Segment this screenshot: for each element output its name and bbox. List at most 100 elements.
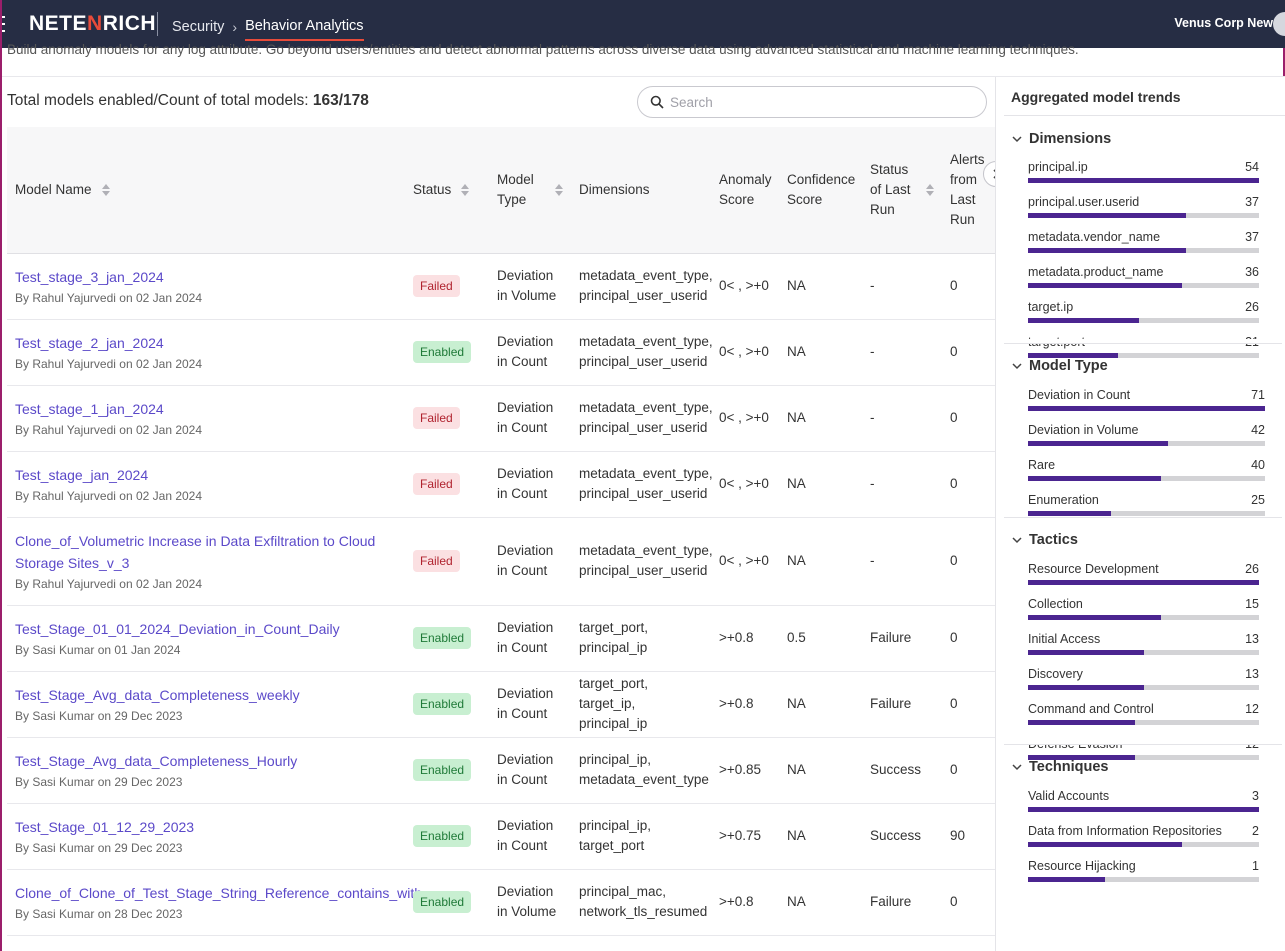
- cell-model-type: Deviation in Count: [489, 671, 571, 738]
- cell-last-run-status: Failure: [862, 869, 942, 936]
- trend-item[interactable]: Data from Information Repositories 2: [1028, 824, 1259, 847]
- trend-item[interactable]: Valid Accounts 3: [1028, 789, 1259, 812]
- trend-bar: [1028, 178, 1259, 183]
- table-row[interactable]: Test_Stage_01_01_2024_Deviation_in_Count…: [7, 605, 995, 672]
- cell-anomaly-score: >+0.8: [711, 671, 779, 738]
- table-row[interactable]: Test_Stage_Avg_data_Completeness_Hourly B…: [7, 737, 995, 804]
- trend-bar: [1028, 511, 1265, 516]
- trend-item-label: Initial Access: [1028, 632, 1101, 646]
- table-row[interactable]: Clone_of_Volumetric Increase in Data Exf…: [7, 517, 995, 606]
- sort-icon[interactable]: [926, 183, 934, 196]
- cell-model-name: Clone_of_Volumetric Increase in Data Exf…: [7, 517, 405, 606]
- org-name[interactable]: Venus Corp New: [1174, 16, 1273, 30]
- cell-model-type: Deviation in Count: [489, 385, 571, 452]
- trend-item-label: Command and Control: [1028, 702, 1154, 716]
- cell-model-name: Test_stage_1_jan_2024 By Rahul Yajurvedi …: [7, 385, 405, 452]
- table-row[interactable]: Test_stage_2_jan_2024 By Rahul Yajurvedi …: [7, 319, 995, 386]
- trend-item[interactable]: Resource Hijacking 1: [1028, 859, 1259, 882]
- trend-item[interactable]: metadata.product_name 36: [1028, 265, 1259, 288]
- trend-item[interactable]: Rare 40: [1028, 458, 1265, 481]
- cell-anomaly-score: >+0.75: [711, 803, 779, 870]
- trend-item[interactable]: Deviation in Count 71: [1028, 388, 1265, 411]
- model-name-link[interactable]: Test_Stage_01_01_2024_Deviation_in_Count…: [15, 618, 397, 640]
- search-icon: [650, 95, 664, 109]
- model-name-link[interactable]: Test_stage_jan_2024: [15, 464, 397, 486]
- cell-anomaly-score: >+0.8: [711, 605, 779, 672]
- sort-icon[interactable]: [101, 183, 110, 196]
- trend-item[interactable]: target.ip 26: [1028, 300, 1259, 323]
- trend-section-dimensions[interactable]: Dimensions: [1011, 131, 1111, 147]
- trend-section-model-type[interactable]: Model Type: [1011, 358, 1108, 374]
- trend-item[interactable]: Resource Development 26: [1028, 562, 1259, 585]
- trend-bar: [1028, 476, 1265, 481]
- table-row[interactable]: Test_Stage_01_12_29_2023 By Sasi Kumar on…: [7, 803, 995, 870]
- model-name-link[interactable]: Test_Stage_Avg_data_Completeness_Hourly: [15, 750, 397, 772]
- trend-item[interactable]: Initial Access 13: [1028, 632, 1259, 655]
- table-row[interactable]: Test_stage_jan_2024 By Rahul Yajurvedi on…: [7, 451, 995, 518]
- breadcrumb-behavior-analytics[interactable]: Behavior Analytics: [245, 18, 364, 41]
- col-status-last-run[interactable]: Status of Last Run: [862, 127, 942, 254]
- cell-status: Failed: [405, 451, 489, 518]
- trend-item[interactable]: Collection 15: [1028, 597, 1259, 620]
- avatar[interactable]: [1273, 12, 1285, 36]
- total-label: Total models enabled/Count of total mode…: [7, 92, 309, 109]
- model-author: By Rahul Yajurvedi on 02 Jan 2024: [15, 356, 203, 371]
- cell-alerts: 0: [942, 253, 995, 320]
- chevron-down-icon: [1012, 136, 1022, 143]
- menu-icon[interactable]: [2, 16, 6, 32]
- model-name-link[interactable]: Test_stage_1_jan_2024: [15, 398, 397, 420]
- divider: [1004, 115, 1285, 116]
- trend-bar-fill: [1028, 476, 1162, 481]
- breadcrumb-security[interactable]: Security: [172, 19, 224, 35]
- models-table: Model Name Status Model Type Dimensions …: [7, 127, 995, 951]
- trend-section-title: Model Type: [1029, 358, 1108, 374]
- trend-item-label: principal.user.userid: [1028, 195, 1140, 209]
- table-row[interactable]: Test_stage_1_jan_2024 By Rahul Yajurvedi …: [7, 385, 995, 452]
- search-box[interactable]: [637, 86, 987, 118]
- trend-item-value: 12: [1245, 702, 1259, 716]
- trend-bar-fill: [1028, 650, 1144, 655]
- cell-model-name: Test_stage_jan_2024 By Rahul Yajurvedi on…: [7, 451, 405, 518]
- cell-model-name: Test_Stage_Avg_data_Completeness_weekly B…: [7, 671, 405, 738]
- trend-item[interactable]: Discovery 13: [1028, 667, 1259, 690]
- trend-section-techniques[interactable]: Techniques: [1011, 759, 1109, 775]
- cell-dimensions: metadata_event_type, principal_user_user…: [571, 253, 713, 320]
- trend-item[interactable]: principal.ip 54: [1028, 160, 1259, 183]
- model-name-link[interactable]: Test_Stage_Avg_data_Completeness_weekly: [15, 684, 397, 706]
- trend-item[interactable]: Deviation in Volume 42: [1028, 423, 1265, 446]
- status-badge: Failed: [413, 275, 460, 297]
- trend-item[interactable]: Enumeration 25: [1028, 493, 1265, 516]
- scroll-mask: [1004, 737, 1285, 744]
- cell-anomaly-score: 0< , >+0: [711, 451, 779, 518]
- cell-alerts: 0: [942, 605, 995, 672]
- model-name-link[interactable]: Clone_of_Clone_of_Test_Stage_String_Refe…: [15, 882, 422, 904]
- sort-icon[interactable]: [461, 183, 470, 196]
- trend-bar: [1028, 248, 1259, 253]
- status-badge: Enabled: [413, 627, 472, 649]
- model-name-link[interactable]: Test_Stage_01_12_29_2023: [15, 816, 397, 838]
- sort-icon[interactable]: [555, 183, 563, 196]
- col-model-type[interactable]: Model Type: [489, 127, 571, 254]
- model-name-link[interactable]: Test_stage_2_jan_2024: [15, 332, 397, 354]
- table-row[interactable]: Test_Stage_Avg_data_Completeness_weekly B…: [7, 671, 995, 738]
- col-anomaly-score: Anomaly Score: [711, 127, 779, 254]
- divider: [1004, 343, 1282, 344]
- table-row[interactable]: Clone_of_Clone_of_Test_Stage_String_Refe…: [7, 869, 995, 936]
- cell-status: Enabled: [405, 737, 489, 804]
- cell-last-run-status: Success: [862, 803, 942, 870]
- col-model-name[interactable]: Model Name: [7, 127, 405, 254]
- trend-item-value: 3: [1252, 789, 1259, 803]
- model-name-link[interactable]: Clone_of_Volumetric Increase in Data Exf…: [15, 530, 397, 574]
- table-row[interactable]: Test_stage_3_jan_2024 By Rahul Yajurvedi …: [7, 253, 995, 320]
- logo[interactable]: NETENRICH: [29, 12, 156, 36]
- trend-section-tactics[interactable]: Tactics: [1011, 532, 1078, 548]
- search-input[interactable]: [670, 94, 970, 110]
- trend-item[interactable]: principal.user.userid 37: [1028, 195, 1259, 218]
- cell-anomaly-score: >+0.85: [711, 737, 779, 804]
- trend-item[interactable]: metadata.vendor_name 37: [1028, 230, 1259, 253]
- col-status[interactable]: Status: [405, 127, 489, 254]
- trend-item[interactable]: Command and Control 12: [1028, 702, 1259, 725]
- trend-item-label: Resource Development: [1028, 562, 1159, 576]
- model-name-link[interactable]: Test_stage_3_jan_2024: [15, 266, 397, 288]
- trend-item-value: 42: [1251, 423, 1265, 437]
